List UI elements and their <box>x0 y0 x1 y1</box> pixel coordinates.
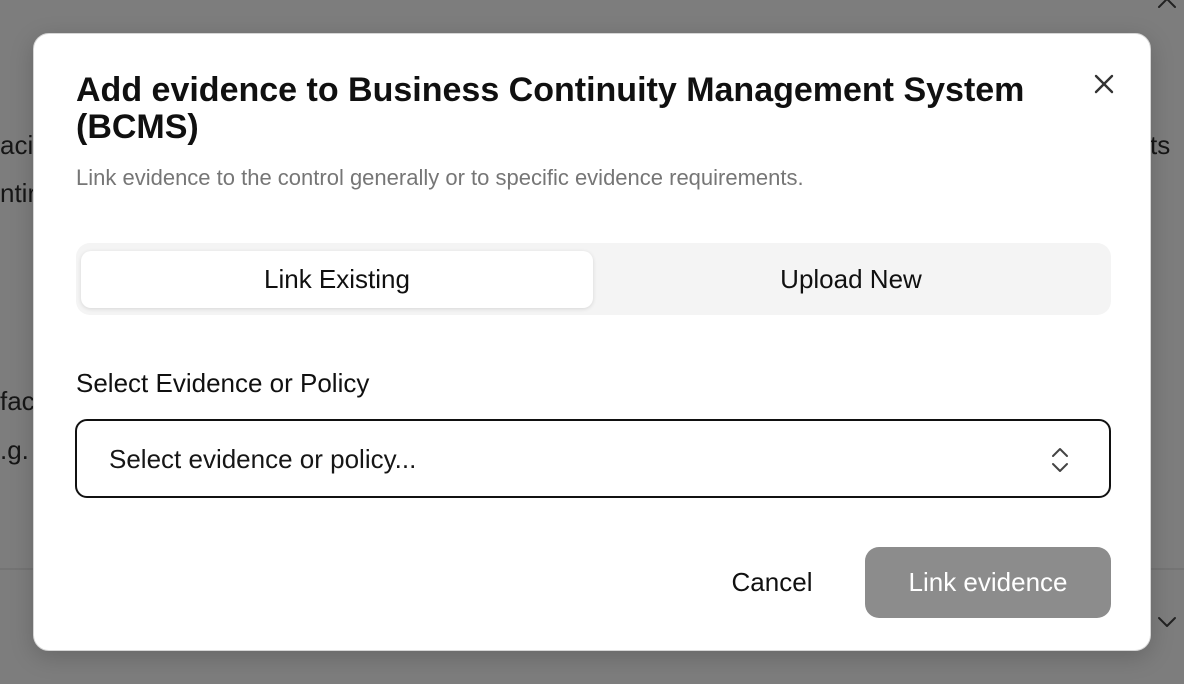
add-evidence-dialog: Add evidence to Business Continuity Mana… <box>33 33 1151 651</box>
cancel-button[interactable]: Cancel <box>712 552 832 612</box>
link-evidence-button[interactable]: Link evidence <box>865 547 1111 618</box>
chevron-down-icon <box>1158 617 1176 627</box>
background-text-fragment: .g. <box>0 435 29 465</box>
evidence-select[interactable]: Select evidence or policy... <box>75 419 1111 498</box>
select-placeholder: Select evidence or policy... <box>109 444 417 474</box>
background-text-fragment: fac <box>0 386 35 416</box>
tab-link-existing[interactable]: Link Existing <box>81 251 593 308</box>
background-text-fragment: ts <box>1150 130 1171 160</box>
dialog-title: Add evidence to Business Continuity Mana… <box>76 71 1025 146</box>
background-text-fragment: ntir <box>0 178 37 208</box>
field-label-evidence: Select Evidence or Policy <box>76 368 370 398</box>
chevron-up-down-icon <box>1052 448 1068 472</box>
evidence-tabs: Link Existing Upload New <box>76 243 1111 315</box>
tab-upload-new[interactable]: Upload New <box>595 251 1107 308</box>
chevron-up-icon <box>1158 0 1176 8</box>
background-text-fragment: aci <box>0 130 34 160</box>
dialog-description: Link evidence to the control generally o… <box>76 165 804 190</box>
close-icon <box>1094 74 1114 94</box>
close-button[interactable] <box>1086 66 1122 102</box>
